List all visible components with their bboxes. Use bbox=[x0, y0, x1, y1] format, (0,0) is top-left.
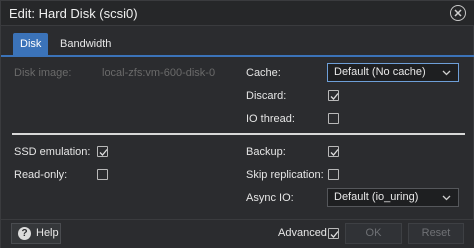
dialog-titlebar[interactable]: Edit: Hard Disk (scsi0) bbox=[1, 1, 474, 26]
dialog-title: Edit: Hard Disk (scsi0) bbox=[9, 6, 138, 21]
async-io-select[interactable]: Default (io_uring) bbox=[327, 188, 459, 207]
chevron-down-icon bbox=[442, 70, 451, 76]
reset-button[interactable]: Reset bbox=[408, 223, 464, 244]
tab-bandwidth[interactable]: Bandwidth bbox=[53, 33, 118, 55]
disk-image-value: local-zfs:vm-600-disk-0 bbox=[102, 67, 216, 79]
advanced-checkbox[interactable] bbox=[328, 228, 339, 239]
backup-label: Backup: bbox=[246, 146, 286, 158]
ssd-emulation-label: SSD emulation: bbox=[14, 146, 91, 158]
backup-checkbox[interactable] bbox=[328, 146, 339, 157]
io-thread-checkbox[interactable] bbox=[328, 113, 339, 124]
edit-hard-disk-dialog: Edit: Hard Disk (scsi0) Disk Bandwidth D… bbox=[0, 0, 474, 248]
io-thread-label: IO thread: bbox=[246, 113, 295, 125]
discard-label: Discard: bbox=[246, 90, 287, 102]
check-icon bbox=[330, 149, 339, 156]
skip-replication-checkbox[interactable] bbox=[328, 169, 339, 180]
close-button[interactable] bbox=[450, 5, 466, 21]
cache-select[interactable]: Default (No cache) bbox=[327, 63, 459, 82]
chevron-down-icon bbox=[442, 195, 451, 201]
disk-image-label: Disk image: bbox=[14, 67, 72, 79]
async-io-label: Async IO: bbox=[246, 192, 294, 204]
help-button-label: Help bbox=[36, 227, 59, 239]
dialog-footer bbox=[1, 219, 474, 248]
discard-checkbox[interactable] bbox=[328, 90, 339, 101]
tab-disk[interactable]: Disk bbox=[13, 33, 49, 55]
ssd-emulation-checkbox[interactable] bbox=[97, 146, 108, 157]
skip-replication-label: Skip replication: bbox=[246, 169, 324, 181]
section-divider bbox=[12, 133, 465, 135]
cache-select-value: Default (No cache) bbox=[334, 66, 426, 78]
tab-bar: Disk Bandwidth bbox=[1, 27, 474, 57]
advanced-label: Advanced bbox=[278, 227, 327, 239]
close-icon bbox=[454, 9, 462, 17]
read-only-checkbox[interactable] bbox=[97, 169, 108, 180]
check-icon bbox=[330, 231, 339, 238]
help-icon: ? bbox=[18, 227, 31, 240]
async-io-select-value: Default (io_uring) bbox=[334, 191, 419, 203]
cache-label: Cache: bbox=[246, 67, 281, 79]
check-icon bbox=[99, 149, 108, 156]
read-only-label: Read-only: bbox=[14, 169, 68, 181]
help-button[interactable]: ? Help bbox=[11, 223, 61, 244]
ok-button[interactable]: OK bbox=[345, 223, 402, 244]
check-icon bbox=[330, 93, 339, 100]
